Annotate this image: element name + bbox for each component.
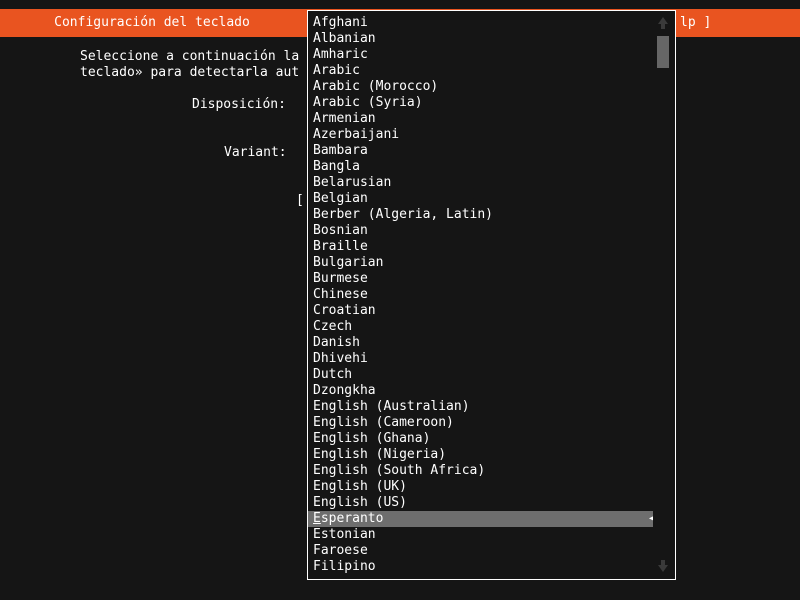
dropdown-list-item[interactable]: Dhivehi — [308, 351, 653, 367]
item-label: Croatian — [313, 303, 376, 318]
scroll-up-arrow-icon[interactable] — [658, 17, 668, 24]
item-label: Chinese — [313, 287, 368, 302]
item-label: Amharic — [313, 47, 368, 62]
item-label: Bambara — [313, 143, 368, 158]
item-label: Braille — [313, 239, 368, 254]
item-label: Estonian — [313, 527, 376, 542]
dropdown-list-item[interactable]: Croatian — [308, 303, 653, 319]
dropdown-list-item[interactable]: English (Ghana) — [308, 431, 653, 447]
layout-field-label: Disposición: — [192, 97, 286, 112]
dropdown-list-item[interactable]: English (Nigeria) — [308, 447, 653, 463]
item-label: Azerbaijani — [313, 127, 400, 142]
intro-text-line-2: teclado» para detectarla aut — [80, 65, 300, 80]
item-label: Danish — [313, 335, 360, 350]
item-label: Belarusian — [313, 175, 392, 190]
item-label: Bangla — [313, 159, 360, 174]
dropdown-list-item[interactable]: Bangla — [308, 159, 653, 175]
dropdown-list-item[interactable]: Esperanto ◀ — [308, 511, 653, 527]
variant-field-label: Variant: — [224, 145, 287, 160]
dropdown-list-item[interactable]: Braille — [308, 239, 653, 255]
item-label: Berber (Algeria, Latin) — [313, 207, 494, 222]
dropdown-list-item[interactable]: Albanian — [308, 31, 653, 47]
item-label: Dzongkha — [313, 383, 376, 398]
item-label: Arabic (Syria) — [313, 95, 423, 110]
item-label: Dutch — [313, 367, 353, 382]
dropdown-list-item[interactable]: Bulgarian — [308, 255, 653, 271]
dropdown-list-item[interactable]: Arabic (Syria) — [308, 95, 653, 111]
dropdown-list-item[interactable]: Bosnian — [308, 223, 653, 239]
dropdown-list-item[interactable]: Faroese — [308, 543, 653, 559]
item-label: English (Cameroon) — [313, 415, 454, 430]
dropdown-list-item[interactable]: English (UK) — [308, 479, 653, 495]
item-label: Armenian — [313, 111, 376, 126]
scroll-down-arrow-icon[interactable] — [658, 565, 668, 572]
dropdown-list-item[interactable]: Belarusian — [308, 175, 653, 191]
dropdown-list-item[interactable]: Belgian — [308, 191, 653, 207]
item-label: Afghani — [313, 15, 368, 30]
installer-screen: Configuración del teclado lp ] Seleccion… — [0, 0, 800, 600]
item-label: English (Nigeria) — [313, 447, 447, 462]
dropdown-list-item[interactable]: Azerbaijani — [308, 127, 653, 143]
dropdown-list-item[interactable]: Afghani — [308, 15, 653, 31]
item-label: English (Australian) — [313, 399, 470, 414]
dropdown-list-item[interactable]: Bambara — [308, 143, 653, 159]
item-label: English (Ghana) — [313, 431, 431, 446]
scroll-up-arrow-stem — [661, 24, 665, 29]
dropdown-list-item[interactable]: Burmese — [308, 271, 653, 287]
page-title: Configuración del teclado — [54, 15, 250, 30]
item-label: Czech — [313, 319, 353, 334]
item-label: Arabic — [313, 63, 360, 78]
dropdown-scrollbar[interactable] — [652, 12, 674, 578]
dropdown-list-item[interactable]: Armenian — [308, 111, 653, 127]
dropdown-list-item[interactable]: Estonian — [308, 527, 653, 543]
item-label: Faroese — [313, 543, 368, 558]
dropdown-list-item[interactable]: Dutch — [308, 367, 653, 383]
button-bracket-stub: [ — [296, 193, 304, 208]
item-label: English (UK) — [313, 479, 407, 494]
dropdown-list-item[interactable]: English (Australian) — [308, 399, 653, 415]
item-label: Albanian — [313, 31, 376, 46]
dropdown-list-item[interactable]: Czech — [308, 319, 653, 335]
dropdown-list-item[interactable]: English (Cameroon) — [308, 415, 653, 431]
item-label: Bulgarian — [313, 255, 384, 270]
item-label: English (South Africa) — [313, 463, 486, 478]
dropdown-list-item[interactable]: Arabic — [308, 63, 653, 79]
item-label: Filipino — [313, 559, 376, 574]
dropdown-list-item[interactable]: Arabic (Morocco) — [308, 79, 653, 95]
scroll-down-arrow-stem — [661, 560, 665, 565]
dropdown-item-list[interactable]: Afghani Albanian Amharic Arabic Arabic (Moro… — [308, 15, 653, 577]
layout-dropdown-listbox[interactable]: Afghani Albanian Amharic Arabic Arabic (Moro… — [307, 10, 676, 580]
help-button-fragment[interactable]: lp ] — [680, 9, 711, 37]
dropdown-list-item[interactable]: Berber (Algeria, Latin) — [308, 207, 653, 223]
dropdown-list-item[interactable]: Filipino — [308, 559, 653, 575]
intro-text-line-1: Seleccione a continuación la — [80, 49, 300, 64]
item-label: Belgian — [313, 191, 368, 206]
dropdown-list-item[interactable]: Chinese — [308, 287, 653, 303]
item-label: Burmese — [313, 271, 368, 286]
dropdown-list-item[interactable]: Dzongkha — [308, 383, 653, 399]
item-label: Dhivehi — [313, 351, 368, 366]
dropdown-list-item[interactable]: Amharic — [308, 47, 653, 63]
item-accelerator-letter: E — [313, 511, 321, 526]
item-label: Bosnian — [313, 223, 368, 238]
item-label: Arabic (Morocco) — [313, 79, 439, 94]
item-label: English (US) — [313, 495, 407, 510]
scrollbar-thumb[interactable] — [657, 36, 669, 68]
dropdown-list-item[interactable]: English (South Africa) — [308, 463, 653, 479]
dropdown-list-item[interactable]: English (US) — [308, 495, 653, 511]
dropdown-list-item[interactable]: Danish — [308, 335, 653, 351]
item-label: speranto — [320, 511, 384, 526]
